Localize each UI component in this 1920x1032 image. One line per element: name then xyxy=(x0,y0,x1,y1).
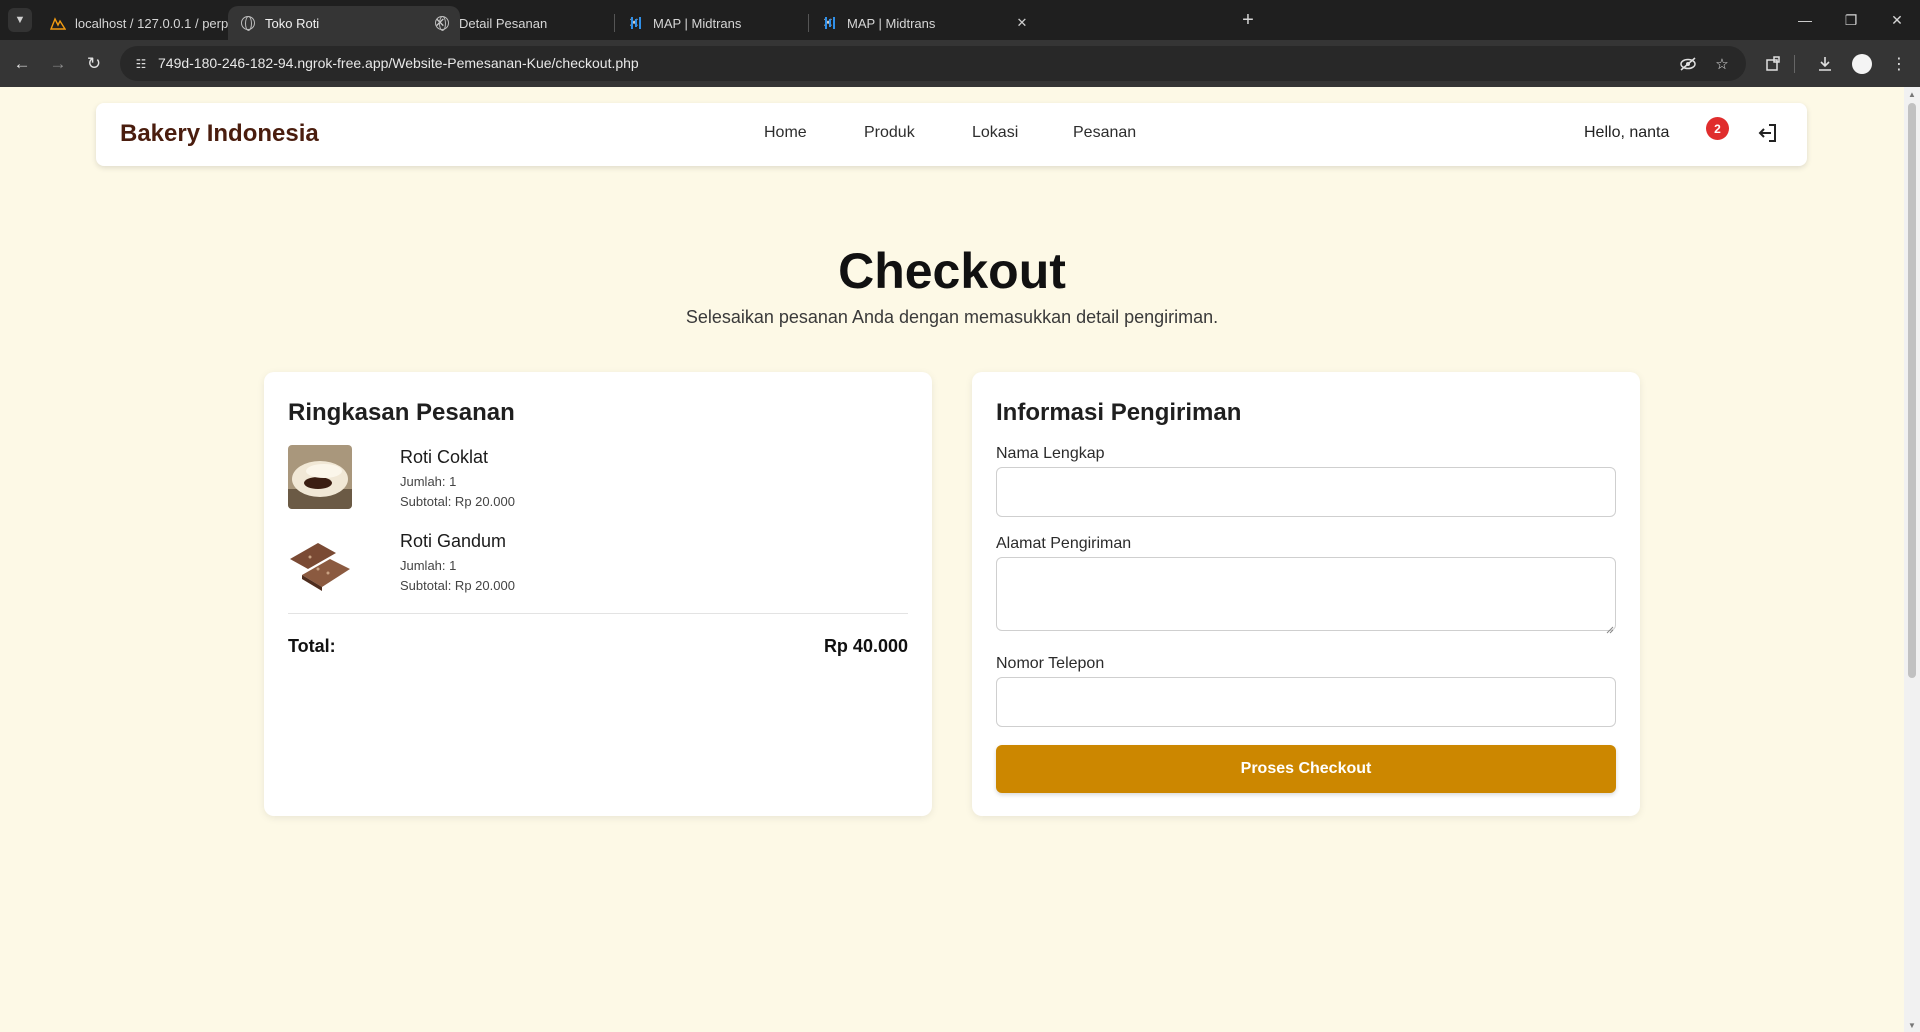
item-subtotal: Subtotal: Rp 20.000 xyxy=(400,578,515,593)
browser-menu-icon[interactable]: ⋮ xyxy=(1886,51,1912,77)
profile-avatar[interactable] xyxy=(1852,54,1872,74)
user-greeting: Hello, nanta xyxy=(1584,124,1670,141)
total-value: Rp 40.000 xyxy=(823,636,908,656)
address-label: Alamat Pengiriman xyxy=(996,535,1132,552)
list-item: Roti Coklat Jumlah: 1 Subtotal: Rp 20.00… xyxy=(288,445,908,515)
forward-arrow-icon[interactable]: → xyxy=(44,50,72,78)
resize-handle-icon[interactable] xyxy=(1606,621,1614,634)
eye-off-icon[interactable] xyxy=(1677,53,1699,75)
page-title: Checkout xyxy=(838,243,1066,299)
phpmyadmin-icon xyxy=(50,15,66,31)
tab-title: MAP | Midtrans xyxy=(847,15,936,31)
brand-logo[interactable]: Bakery Indonesia xyxy=(120,120,319,148)
url-text[interactable]: 749d-180-246-182-94.ngrok-free.app/Websi… xyxy=(158,55,639,71)
item-quantity: Jumlah: 1 xyxy=(400,558,457,573)
globe-icon xyxy=(240,15,256,31)
name-label: Nama Lengkap xyxy=(996,445,1105,462)
list-item: Roti Gandum Jumlah: 1 Subtotal: Rp 20.00… xyxy=(288,529,908,599)
logout-icon[interactable] xyxy=(1756,121,1780,145)
phone-input[interactable] xyxy=(996,677,1616,727)
download-icon[interactable] xyxy=(1812,51,1838,77)
nav-link-lokasi[interactable]: Lokasi xyxy=(972,124,1018,142)
item-quantity: Jumlah: 1 xyxy=(400,474,457,489)
scroll-thumb[interactable] xyxy=(1908,103,1916,678)
page-scrollbar[interactable]: ▲ ▼ xyxy=(1904,87,1920,1032)
page-content: Bakery Indonesia Home Produk Lokasi Pesa… xyxy=(0,87,1904,1032)
tab-search-button[interactable]: ▼ xyxy=(8,8,32,32)
phone-label: Nomor Telepon xyxy=(996,655,1105,672)
close-window-icon[interactable]: ✕ xyxy=(1874,0,1920,40)
roti-coklat-image xyxy=(288,445,352,509)
close-icon[interactable]: ✕ xyxy=(1014,15,1030,31)
shipping-info-title: Informasi Pengiriman xyxy=(996,399,1242,426)
bookmark-star-icon[interactable]: ☆ xyxy=(1711,53,1733,75)
total-label: Total: xyxy=(288,636,336,656)
midtrans-icon xyxy=(628,15,644,31)
tab-title: Toko Roti xyxy=(265,15,320,31)
restore-icon[interactable]: ❐ xyxy=(1828,0,1874,40)
name-input[interactable] xyxy=(996,467,1616,517)
tab-title: MAP | Midtrans xyxy=(653,15,742,31)
back-arrow-icon[interactable]: ← xyxy=(8,50,36,78)
item-name: Roti Gandum xyxy=(400,531,507,551)
page-subtitle: Selesaikan pesanan Anda dengan memasukka… xyxy=(685,307,1219,327)
nav-link-home[interactable]: Home xyxy=(764,124,807,142)
shipping-info-card: Informasi Pengiriman Nama Lengkap Alamat… xyxy=(972,372,1640,816)
address-textarea[interactable] xyxy=(996,557,1616,631)
tab-separator xyxy=(808,14,809,32)
browser-tab-bar: ▼ localhost / 127.0.0.1 / perpustakaan ✕… xyxy=(0,0,1920,40)
reload-icon[interactable]: ↻ xyxy=(80,50,108,78)
order-summary-card: Ringkasan Pesanan Roti Coklat Jumlah: 1 … xyxy=(264,372,932,816)
summary-divider xyxy=(288,613,908,614)
toolbar-divider xyxy=(1794,55,1795,73)
site-navbar: Bakery Indonesia Home Produk Lokasi Pesa… xyxy=(96,103,1807,166)
midtrans-icon xyxy=(822,15,838,31)
cart-badge[interactable]: 2 xyxy=(1706,117,1729,140)
item-subtotal: Subtotal: Rp 20.000 xyxy=(400,494,515,509)
nav-link-pesanan[interactable]: Pesanan xyxy=(1073,124,1136,142)
scroll-up-icon[interactable]: ▲ xyxy=(1904,87,1920,101)
checkout-button[interactable]: Proses Checkout xyxy=(996,745,1616,793)
tab-separator xyxy=(614,14,615,32)
scroll-down-icon[interactable]: ▼ xyxy=(1904,1018,1920,1032)
roti-gandum-image xyxy=(288,529,352,593)
browser-toolbar: ← → ↻ ☷ 749d-180-246-182-94.ngrok-free.a… xyxy=(0,40,1920,87)
tab-title: localhost / 127.0.0.1 / perpustakaan xyxy=(75,15,242,31)
globe-icon xyxy=(434,15,450,31)
site-info-icon[interactable]: ☷ xyxy=(130,53,152,75)
extensions-icon[interactable] xyxy=(1760,51,1786,77)
item-name: Roti Coklat xyxy=(400,447,489,467)
nav-link-produk[interactable]: Produk xyxy=(864,124,915,142)
tab-title: Detail Pesanan xyxy=(459,15,548,31)
minimize-icon[interactable]: — xyxy=(1782,0,1828,40)
address-bar[interactable]: ☷ 749d-180-246-182-94.ngrok-free.app/Web… xyxy=(120,46,1746,81)
new-tab-button[interactable]: + xyxy=(1236,8,1260,32)
tab-midtrans-2[interactable]: MAP | Midtrans ✕ xyxy=(810,6,1042,40)
order-summary-title: Ringkasan Pesanan xyxy=(288,399,515,426)
